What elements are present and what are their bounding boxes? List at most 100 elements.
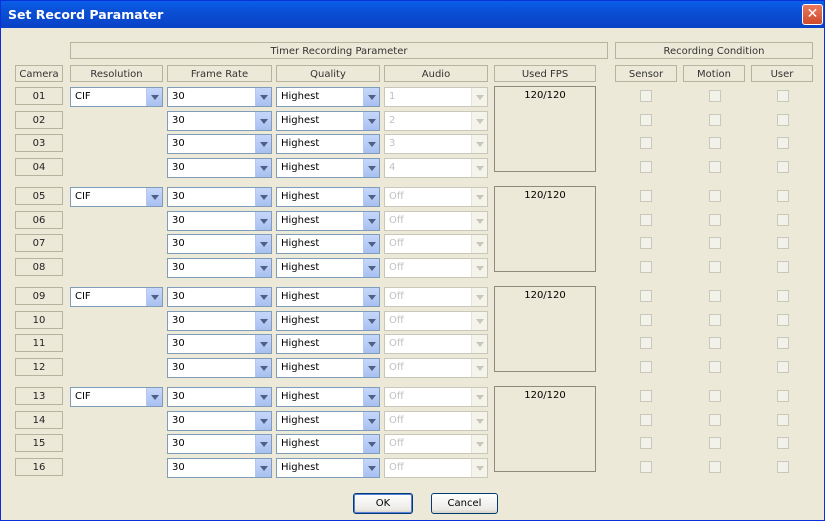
frame-rate-select[interactable]: 30	[167, 334, 272, 354]
chevron-down-icon[interactable]	[363, 388, 379, 406]
chevron-down-icon[interactable]	[363, 312, 379, 330]
motion-checkbox[interactable]	[709, 314, 721, 326]
sensor-checkbox[interactable]	[640, 90, 652, 102]
chevron-down-icon[interactable]	[146, 188, 162, 206]
frame-rate-select[interactable]: 30	[167, 287, 272, 307]
chevron-down-icon[interactable]	[255, 188, 271, 206]
chevron-down-icon[interactable]	[471, 188, 487, 206]
quality-select[interactable]: Highest	[276, 334, 380, 354]
quality-select[interactable]: Highest	[276, 434, 380, 454]
motion-checkbox[interactable]	[709, 261, 721, 273]
frame-rate-select[interactable]: 30	[167, 158, 272, 178]
chevron-down-icon[interactable]	[255, 288, 271, 306]
user-checkbox[interactable]	[777, 337, 789, 349]
ok-button[interactable]: OK	[353, 493, 413, 514]
resolution-select[interactable]: CIF	[70, 187, 163, 207]
cancel-button[interactable]: Cancel	[431, 493, 498, 514]
sensor-checkbox[interactable]	[640, 190, 652, 202]
chevron-down-icon[interactable]	[471, 388, 487, 406]
frame-rate-select[interactable]: 30	[167, 311, 272, 331]
audio-select[interactable]: Off	[384, 458, 488, 478]
audio-select[interactable]: Off	[384, 234, 488, 254]
chevron-down-icon[interactable]	[255, 312, 271, 330]
chevron-down-icon[interactable]	[471, 159, 487, 177]
user-checkbox[interactable]	[777, 161, 789, 173]
user-checkbox[interactable]	[777, 437, 789, 449]
audio-select[interactable]: Off	[384, 258, 488, 278]
sensor-checkbox[interactable]	[640, 314, 652, 326]
chevron-down-icon[interactable]	[363, 459, 379, 477]
chevron-down-icon[interactable]	[363, 288, 379, 306]
chevron-down-icon[interactable]	[363, 112, 379, 130]
frame-rate-select[interactable]: 30	[167, 134, 272, 154]
chevron-down-icon[interactable]	[363, 88, 379, 106]
chevron-down-icon[interactable]	[471, 359, 487, 377]
motion-checkbox[interactable]	[709, 190, 721, 202]
chevron-down-icon[interactable]	[471, 312, 487, 330]
quality-select[interactable]: Highest	[276, 458, 380, 478]
chevron-down-icon[interactable]	[363, 212, 379, 230]
resolution-select[interactable]: CIF	[70, 387, 163, 407]
quality-select[interactable]: Highest	[276, 411, 380, 431]
frame-rate-select[interactable]: 30	[167, 411, 272, 431]
chevron-down-icon[interactable]	[471, 135, 487, 153]
close-icon[interactable]: ✕	[802, 4, 823, 25]
chevron-down-icon[interactable]	[363, 259, 379, 277]
sensor-checkbox[interactable]	[640, 361, 652, 373]
frame-rate-select[interactable]: 30	[167, 387, 272, 407]
audio-select[interactable]: Off	[384, 411, 488, 431]
sensor-checkbox[interactable]	[640, 137, 652, 149]
quality-select[interactable]: Highest	[276, 111, 380, 131]
chevron-down-icon[interactable]	[146, 288, 162, 306]
audio-select[interactable]: Off	[384, 334, 488, 354]
chevron-down-icon[interactable]	[471, 259, 487, 277]
sensor-checkbox[interactable]	[640, 161, 652, 173]
chevron-down-icon[interactable]	[471, 235, 487, 253]
motion-checkbox[interactable]	[709, 237, 721, 249]
quality-select[interactable]: Highest	[276, 158, 380, 178]
chevron-down-icon[interactable]	[471, 335, 487, 353]
chevron-down-icon[interactable]	[146, 388, 162, 406]
motion-checkbox[interactable]	[709, 337, 721, 349]
user-checkbox[interactable]	[777, 414, 789, 426]
motion-checkbox[interactable]	[709, 161, 721, 173]
motion-checkbox[interactable]	[709, 414, 721, 426]
chevron-down-icon[interactable]	[471, 435, 487, 453]
frame-rate-select[interactable]: 30	[167, 458, 272, 478]
chevron-down-icon[interactable]	[471, 288, 487, 306]
quality-select[interactable]: Highest	[276, 187, 380, 207]
frame-rate-select[interactable]: 30	[167, 87, 272, 107]
chevron-down-icon[interactable]	[255, 112, 271, 130]
audio-select[interactable]: Off	[384, 434, 488, 454]
frame-rate-select[interactable]: 30	[167, 234, 272, 254]
chevron-down-icon[interactable]	[255, 335, 271, 353]
quality-select[interactable]: Highest	[276, 211, 380, 231]
user-checkbox[interactable]	[777, 114, 789, 126]
frame-rate-select[interactable]: 30	[167, 187, 272, 207]
chevron-down-icon[interactable]	[255, 88, 271, 106]
quality-select[interactable]: Highest	[276, 287, 380, 307]
chevron-down-icon[interactable]	[363, 412, 379, 430]
motion-checkbox[interactable]	[709, 90, 721, 102]
motion-checkbox[interactable]	[709, 390, 721, 402]
chevron-down-icon[interactable]	[363, 235, 379, 253]
chevron-down-icon[interactable]	[255, 212, 271, 230]
quality-select[interactable]: Highest	[276, 87, 380, 107]
user-checkbox[interactable]	[777, 390, 789, 402]
sensor-checkbox[interactable]	[640, 337, 652, 349]
user-checkbox[interactable]	[777, 214, 789, 226]
resolution-select[interactable]: CIF	[70, 87, 163, 107]
resolution-select[interactable]: CIF	[70, 287, 163, 307]
chevron-down-icon[interactable]	[363, 359, 379, 377]
quality-select[interactable]: Highest	[276, 134, 380, 154]
user-checkbox[interactable]	[777, 237, 789, 249]
audio-select[interactable]: 4	[384, 158, 488, 178]
frame-rate-select[interactable]: 30	[167, 434, 272, 454]
sensor-checkbox[interactable]	[640, 114, 652, 126]
sensor-checkbox[interactable]	[640, 237, 652, 249]
user-checkbox[interactable]	[777, 261, 789, 273]
audio-select[interactable]: Off	[384, 387, 488, 407]
user-checkbox[interactable]	[777, 314, 789, 326]
motion-checkbox[interactable]	[709, 214, 721, 226]
chevron-down-icon[interactable]	[471, 459, 487, 477]
